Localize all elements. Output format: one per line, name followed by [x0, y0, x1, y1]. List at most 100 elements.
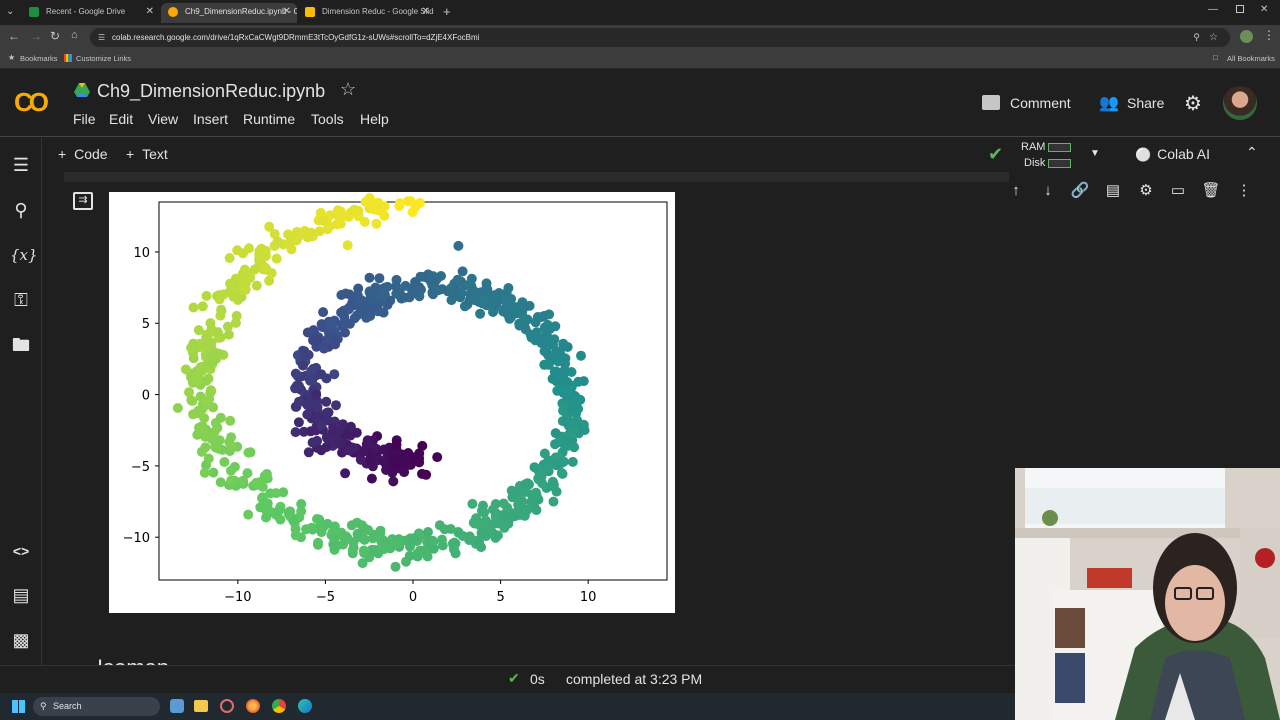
scatter-point	[214, 294, 225, 305]
taskbar-search-box[interactable]: ⚲ Search	[33, 697, 160, 716]
tab-search-icon[interactable]: ⌄	[6, 6, 14, 17]
comment-cell-icon[interactable]: ▤	[1103, 181, 1123, 201]
menu-tools[interactable]: Tools	[311, 111, 344, 127]
scatter-point	[222, 321, 233, 332]
link-icon[interactable]: 🔗	[1070, 181, 1090, 201]
menu-runtime[interactable]: Runtime	[243, 111, 295, 127]
customize-grid-icon	[64, 54, 72, 62]
y-tick-label: 0	[142, 389, 150, 404]
all-bookmarks-link[interactable]: All Bookmarks	[1227, 54, 1275, 63]
move-up-icon[interactable]: ↑	[1006, 181, 1026, 201]
star-icon[interactable]: ☆	[340, 79, 356, 100]
collapse-chevron-icon[interactable]: ⌃	[1246, 144, 1258, 161]
profile-avatar-icon[interactable]	[1240, 30, 1253, 43]
scatter-point	[330, 437, 341, 448]
windows-start-icon[interactable]	[12, 700, 25, 713]
scatter-point	[346, 520, 357, 531]
scatter-point	[340, 468, 351, 479]
scatter-point	[188, 338, 199, 349]
files-folder-icon[interactable]: 🖿	[10, 334, 32, 356]
completed-time[interactable]: completed at 3:23 PM	[566, 671, 702, 687]
menu-insert[interactable]: Insert	[193, 111, 228, 127]
scatter-point	[455, 292, 466, 303]
notebook-title[interactable]: Ch9_DimensionReduc.ipynb	[97, 81, 325, 102]
scatter-point	[427, 535, 438, 546]
scatter-point	[201, 290, 212, 301]
forward-icon[interactable]: →	[30, 29, 42, 43]
minimize-icon[interactable]: —	[1208, 4, 1218, 15]
home-icon[interactable]: ⌂	[71, 29, 78, 41]
browser-tab-slides[interactable]: Dimension Reduc - Google Slid ✕	[298, 3, 436, 23]
output-action-icon[interactable]: ⇉	[73, 192, 93, 210]
secrets-key-icon[interactable]: ⚿	[10, 289, 32, 311]
scatter-point	[321, 442, 332, 453]
reload-icon[interactable]: ↻	[50, 29, 60, 43]
add-text-button[interactable]: + Text	[126, 146, 168, 162]
menu-file[interactable]: File	[73, 111, 96, 127]
user-avatar[interactable]	[1223, 86, 1257, 120]
table-of-contents-icon[interactable]: ☰	[10, 154, 32, 176]
code-snippets-icon[interactable]: <>	[10, 540, 32, 562]
terminal-icon[interactable]: ▩	[10, 629, 32, 651]
close-tab-icon[interactable]: ✕	[146, 3, 154, 21]
add-code-button[interactable]: + Code	[58, 146, 108, 162]
bookmark-star-icon[interactable]: ☆	[1209, 28, 1218, 47]
connected-check-icon[interactable]: ✔	[988, 144, 1003, 165]
scatter-point	[391, 274, 402, 285]
more-options-icon[interactable]: ⋮	[1234, 181, 1254, 201]
delete-icon[interactable]: 🗑	[1201, 181, 1221, 201]
firefox-icon[interactable]	[246, 699, 260, 713]
menu-edit[interactable]: Edit	[109, 111, 133, 127]
command-palette-icon[interactable]: ▤	[10, 584, 32, 606]
settings-app-icon[interactable]	[220, 699, 234, 713]
scatter-point	[365, 452, 376, 463]
maximize-icon[interactable]	[1236, 5, 1244, 13]
chrome-icon[interactable]	[272, 699, 286, 713]
scatter-point	[240, 284, 251, 295]
mirror-cell-icon[interactable]: ▭	[1168, 181, 1188, 201]
scatter-point	[226, 432, 237, 443]
settings-gear-icon[interactable]: ⚙	[1184, 91, 1202, 116]
scatter-point	[467, 498, 478, 509]
scatter-point	[520, 487, 531, 497]
scatter-point	[437, 540, 448, 551]
bookmarks-link[interactable]: Bookmarks	[20, 54, 58, 63]
cell-settings-icon[interactable]: ⚙	[1136, 181, 1156, 201]
colab-logo[interactable]: CO	[14, 87, 58, 117]
scatter-point	[481, 278, 492, 289]
new-tab-icon[interactable]: +	[443, 4, 451, 19]
browser-tab-drive[interactable]: Recent - Google Drive ✕	[22, 3, 160, 23]
browser-tab-colab[interactable]: Ch9_DimensionReduc.ipynb - C ✕	[161, 3, 297, 23]
runtime-dropdown-icon[interactable]: ▼	[1090, 148, 1100, 159]
edge-icon[interactable]	[298, 699, 312, 713]
colab-ai-button[interactable]: ⚪ Colab AI	[1135, 146, 1210, 163]
variables-icon[interactable]: {x}	[10, 244, 38, 266]
drive-icon[interactable]	[74, 83, 90, 97]
resources-indicator[interactable]: RAM Disk	[1020, 140, 1076, 170]
scatter-point	[490, 290, 501, 300]
close-tab-icon[interactable]: ✕	[422, 3, 430, 21]
next-section-heading[interactable]: Isomap	[97, 655, 169, 665]
file-explorer-icon[interactable]	[194, 700, 208, 712]
scatter-point	[478, 500, 488, 511]
menu-view[interactable]: View	[148, 111, 178, 127]
back-icon[interactable]: ←	[8, 29, 20, 43]
zoom-icon[interactable]: ⚲	[1193, 28, 1200, 47]
url-input[interactable]: ☰ colab.research.google.com/drive/1qRxCa…	[90, 28, 1230, 47]
move-down-icon[interactable]: ↓	[1038, 181, 1058, 201]
scatter-point	[382, 298, 393, 309]
scatter-point	[228, 291, 239, 302]
scatter-point	[199, 467, 210, 478]
customize-links-link[interactable]: Customize Links	[76, 54, 131, 63]
scatter-point	[492, 530, 503, 541]
site-info-icon[interactable]: ☰	[98, 28, 105, 47]
scatter-point	[208, 467, 219, 478]
colab-logo-text: CO	[14, 87, 49, 117]
search-icon[interactable]: ⚲	[10, 199, 32, 221]
browser-menu-icon[interactable]: ⋮	[1263, 28, 1275, 42]
scatter-point	[550, 321, 561, 332]
close-tab-icon[interactable]: ✕	[283, 3, 291, 21]
close-window-icon[interactable]: ✕	[1260, 4, 1268, 15]
taskbar-app-icon[interactable]	[170, 699, 184, 713]
menu-help[interactable]: Help	[360, 111, 389, 127]
